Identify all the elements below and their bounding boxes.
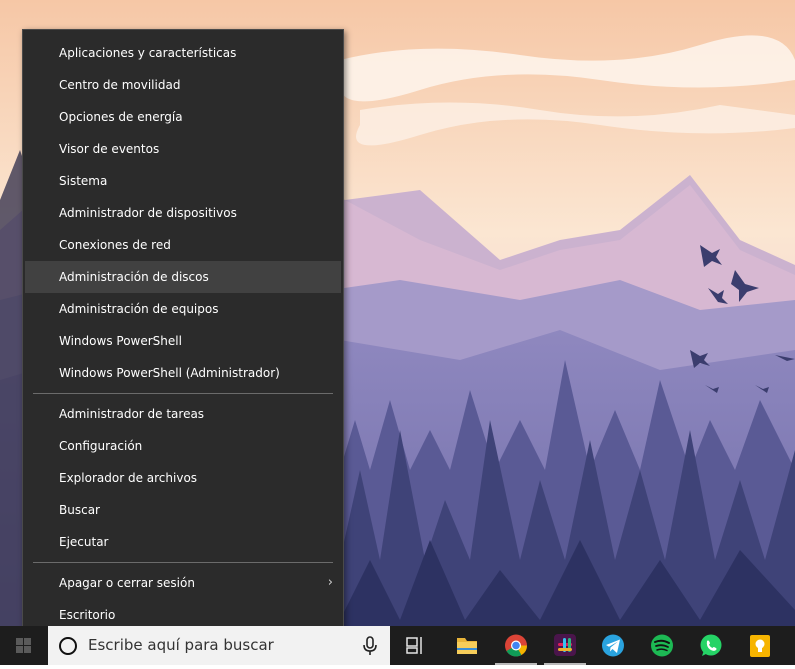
menu-item-power-options[interactable]: Opciones de energía [25, 101, 341, 133]
menu-item-network-connections[interactable]: Conexiones de red [25, 229, 341, 261]
menu-item-run[interactable]: Ejecutar [25, 526, 341, 558]
file-explorer-icon [457, 638, 477, 654]
microphone-icon[interactable] [360, 635, 380, 657]
menu-item-powershell[interactable]: Windows PowerShell [25, 325, 341, 357]
menu-item-search[interactable]: Buscar [25, 494, 341, 526]
windows-logo-icon [16, 638, 31, 653]
menu-item-shutdown-label: Apagar o cerrar sesión [59, 576, 195, 590]
whatsapp-button[interactable] [688, 626, 734, 665]
chrome-icon [505, 634, 527, 657]
menu-item-mobility-center[interactable]: Centro de movilidad [25, 69, 341, 101]
menu-item-task-manager[interactable]: Administrador de tareas [25, 398, 341, 430]
menu-item-shutdown[interactable]: Apagar o cerrar sesión › [25, 567, 341, 599]
winx-context-menu: Aplicaciones y características Centro de… [22, 29, 344, 639]
task-view-button[interactable] [392, 626, 438, 665]
search-placeholder: Escribe aquí para buscar [88, 636, 274, 654]
menu-item-event-viewer[interactable]: Visor de eventos [25, 133, 341, 165]
search-box[interactable]: Escribe aquí para buscar [48, 626, 390, 665]
keep-icon [750, 635, 770, 657]
menu-item-disk-management[interactable]: Administración de discos [25, 261, 341, 293]
menu-item-system[interactable]: Sistema [25, 165, 341, 197]
file-explorer-button[interactable] [444, 626, 490, 665]
cortana-icon [59, 637, 77, 655]
menu-item-computer-management[interactable]: Administración de equipos [25, 293, 341, 325]
menu-separator [33, 393, 333, 394]
menu-separator [33, 562, 333, 563]
chrome-button[interactable] [493, 626, 539, 665]
spotify-button[interactable] [639, 626, 685, 665]
menu-item-file-explorer[interactable]: Explorador de archivos [25, 462, 341, 494]
telegram-button[interactable] [590, 626, 636, 665]
menu-item-device-manager[interactable]: Administrador de dispositivos [25, 197, 341, 229]
task-view-icon [406, 637, 422, 654]
menu-item-powershell-admin[interactable]: Windows PowerShell (Administrador) [25, 357, 341, 389]
slack-icon [554, 634, 576, 656]
keep-button[interactable] [737, 626, 783, 665]
whatsapp-icon [700, 634, 722, 656]
start-button[interactable] [0, 626, 48, 665]
slack-button[interactable] [542, 626, 588, 665]
menu-item-apps[interactable]: Aplicaciones y características [25, 37, 341, 69]
spotify-icon [651, 634, 673, 657]
telegram-icon [602, 634, 624, 657]
taskbar: Escribe aquí para buscar [0, 626, 795, 665]
menu-item-settings[interactable]: Configuración [25, 430, 341, 462]
chevron-right-icon: › [327, 575, 333, 590]
